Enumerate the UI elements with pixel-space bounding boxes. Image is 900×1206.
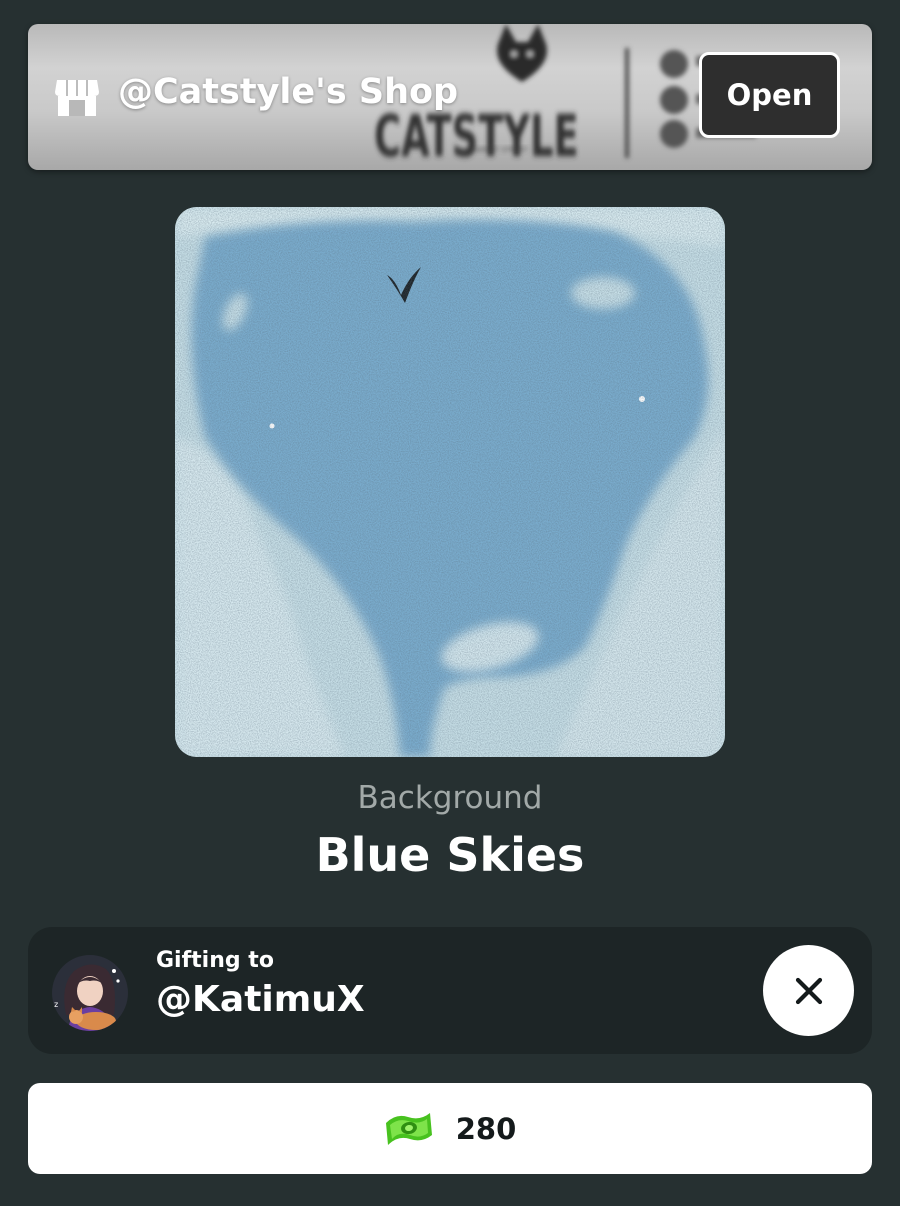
shop-title: @Catstyle's Shop <box>118 72 459 112</box>
purchase-button[interactable]: 280 <box>28 1083 872 1174</box>
open-shop-button[interactable]: Open <box>699 52 840 138</box>
shop-banner[interactable]: CATSTYLE MARKET STREET @Catstyle's Shop … <box>28 24 872 170</box>
gift-recipient-panel: z Gifting to @KatimuX <box>28 927 872 1054</box>
item-name: Blue Skies <box>315 828 585 882</box>
storefront-icon <box>55 80 99 116</box>
svg-text:z: z <box>54 1000 58 1009</box>
catstyle-logo-text: CATSTYLE <box>374 103 579 170</box>
price-value: 280 <box>455 1111 517 1146</box>
gifting-to-label: Gifting to <box>156 948 274 973</box>
remove-recipient-button[interactable] <box>763 945 854 1036</box>
recipient-avatar: z <box>52 955 128 1031</box>
svg-text:MARKET STREET: MARKET STREET <box>470 146 529 154</box>
item-category: Background <box>357 780 543 816</box>
gift-item-screen: CATSTYLE MARKET STREET @Catstyle's Shop … <box>0 0 900 1206</box>
cash-icon <box>385 1112 432 1145</box>
close-icon <box>795 977 822 1004</box>
item-preview-image <box>175 207 725 757</box>
gift-recipient-username: @KatimuX <box>156 979 365 1020</box>
